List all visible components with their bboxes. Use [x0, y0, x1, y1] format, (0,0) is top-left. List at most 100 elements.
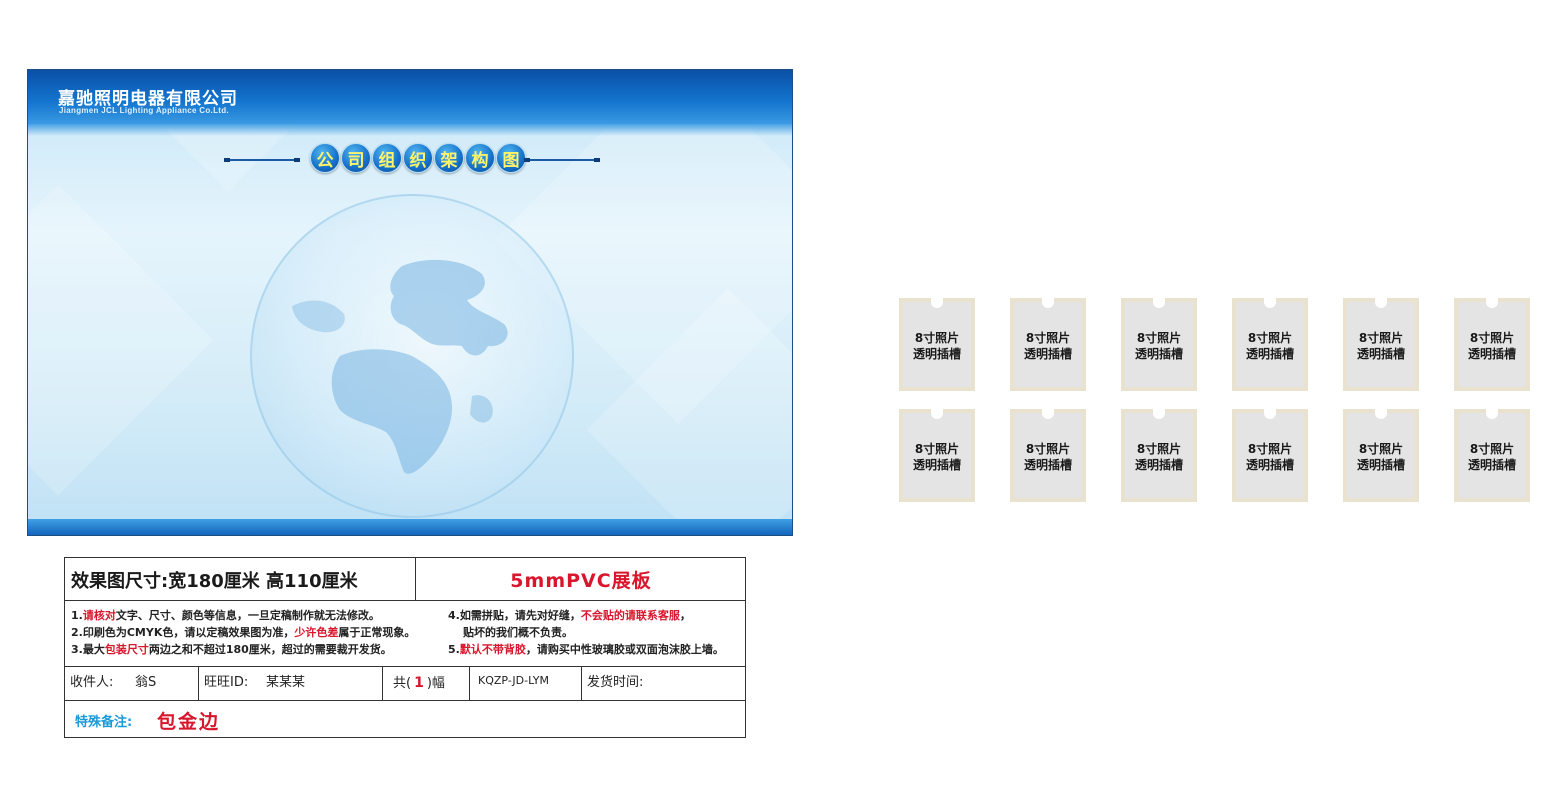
photo-slot: 8寸照片透明插槽 [1010, 409, 1086, 502]
slot-label-line2: 透明插槽 [912, 458, 961, 472]
photo-slot: 8寸照片透明插槽 [1232, 298, 1308, 391]
company-name-en: Jiangmen JCL Lighting Appliance Co.Ltd. [59, 106, 229, 115]
slot-label-line2: 透明插槽 [1245, 458, 1294, 472]
slot-label-line2: 透明插槽 [1134, 347, 1183, 361]
slot-label: 8寸照片透明插槽 [1236, 441, 1304, 473]
slot-notch-icon [1264, 298, 1276, 308]
slot-label-line2: 透明插槽 [1134, 458, 1183, 472]
ship-time-label: 发货时间: [587, 675, 644, 690]
slot-label-line1: 8寸照片 [1247, 331, 1293, 345]
photo-slot: 8寸照片 透明插槽 [1454, 298, 1530, 391]
slot-label-line1: 8寸照片 [914, 442, 960, 456]
order-code: KQZP-JD-LYM [478, 674, 549, 687]
slot-notch-icon [931, 409, 943, 419]
slot-pocket: 8寸照片 透明插槽 [1458, 298, 1526, 387]
remark-row: 特殊备注: 包金边 [65, 700, 745, 738]
slot-pocket: 8寸照片 透明插槽 [1347, 298, 1415, 387]
slot-label-line2: 透明插槽 [1245, 347, 1294, 361]
slot-label-line1: 8寸照片 [1358, 442, 1404, 456]
photo-slot: 8寸照片 透明插槽 [1121, 298, 1197, 391]
slot-notch-icon [1264, 409, 1276, 419]
count-value: 1 [414, 675, 424, 691]
size-row: 效果图尺寸:宽180厘米 高110厘米 5mmPVC展板 [65, 558, 745, 601]
photo-slot: 8寸照片 透明插槽 [1010, 298, 1086, 391]
slot-label: 8寸照片 透明插槽 [1125, 330, 1193, 362]
order-info-table: 效果图尺寸:宽180厘米 高110厘米 5mmPVC展板 1.请核对文字、尺寸、… [64, 557, 746, 738]
title-char: 图 [496, 143, 526, 173]
slot-pocket: 8寸照片透明插槽 [1236, 409, 1304, 498]
photo-slot: 8寸照片透明插槽 [1232, 409, 1308, 502]
divider [469, 666, 470, 700]
title-char: 架 [434, 143, 464, 173]
note-text: ，请购买中性玻璃胶或双面泡沫胶上墙。 [525, 643, 724, 656]
slot-label-line2: 透明插槽 [912, 347, 961, 361]
note-text: 4.如需拼贴，请先对好缝， [448, 609, 581, 622]
slot-label-line1: 8寸照片 [1469, 331, 1515, 345]
divider [581, 666, 582, 700]
note-text: 5. [448, 643, 460, 656]
slot-notch-icon [1042, 409, 1054, 419]
slot-notch-icon [1486, 298, 1498, 308]
wangwang-value: 某某某 [266, 675, 306, 690]
slot-label-line2: 透明插槽 [1023, 458, 1072, 472]
title-characters: 公 司 组 织 架 构 图 [310, 143, 526, 173]
title-char: 公 [310, 143, 340, 173]
slot-label-line1: 8寸照片 [914, 331, 960, 345]
order-row: 收件人: 翁S 旺旺ID: 某某某 共(1)幅 KQZP-JD-LYM 发货时间… [65, 666, 745, 701]
remark-value: 包金边 [157, 711, 221, 733]
slot-label-line2: 透明插槽 [1467, 458, 1516, 472]
note-4-line2: 贴坏的我们概不负责。 [463, 626, 573, 639]
title-line-left [224, 158, 300, 162]
receiver-value: 翁S [135, 675, 157, 690]
slot-label: 8寸照片 透明插槽 [1014, 330, 1082, 362]
count-prefix: 共( [393, 676, 412, 691]
photo-slot: 8寸照片透明插槽 [899, 409, 975, 502]
slot-pocket: 8寸照片 透明插槽 [1125, 298, 1193, 387]
slot-notch-icon [931, 298, 943, 308]
note-text: 属于正常现象。 [338, 626, 416, 639]
background-diamond [28, 184, 214, 496]
note-1: 1.请核对文字、尺寸、颜色等信息，一旦定稿制作就无法修改。 [71, 607, 380, 623]
photo-slot: 8寸照片透明插槽 [1121, 409, 1197, 502]
slot-pocket: 8寸照片透明插槽 [903, 298, 971, 387]
remark-label: 特殊备注: [75, 715, 133, 730]
slot-label-line1: 8寸照片 [1247, 442, 1293, 456]
note-highlight: 少许色差 [294, 626, 339, 639]
note-highlight: 不会贴的请联系客服 [580, 609, 680, 622]
slot-label: 8寸照片 透明插槽 [1347, 330, 1415, 362]
divider [382, 666, 383, 700]
note-text: 文字、尺寸、颜色等信息，一旦定稿制作就无法修改。 [115, 609, 380, 622]
notes-block: 1.请核对文字、尺寸、颜色等信息，一旦定稿制作就无法修改。 2.印刷色为CMYK… [65, 600, 745, 667]
photo-slot: 8寸照片 透明插槽 [1343, 298, 1419, 391]
slot-label-line1: 8寸照片 [1025, 442, 1071, 456]
slot-notch-icon [1042, 298, 1054, 308]
chart-title: 公 司 组 织 架 构 图 [224, 143, 604, 177]
organization-chart-board: 嘉驰照明电器有限公司 Jiangmen JCL Lighting Applian… [27, 69, 793, 536]
count-field: 共(1)幅 [393, 666, 445, 700]
slot-label-line1: 8寸照片 [1136, 442, 1182, 456]
slot-pocket: 8寸照片透明插槽 [1125, 409, 1193, 498]
note-text: 2.印刷色为CMYK色，请以定稿效果图为准， [71, 626, 295, 639]
slot-label-line1: 8寸照片 [1469, 442, 1515, 456]
slot-label: 8寸照片 透明插槽 [1458, 330, 1526, 362]
size-label: 效果图尺寸:宽180厘米 高110厘米 [71, 571, 358, 592]
slot-label: 8寸照片透明插槽 [903, 330, 971, 362]
slot-pocket: 8寸照片透明插槽 [1458, 409, 1526, 498]
title-line-right [524, 158, 600, 162]
slot-label: 8寸照片透明插槽 [1347, 441, 1415, 473]
slot-notch-icon [1153, 298, 1165, 308]
slot-label-line2: 透明插槽 [1356, 458, 1405, 472]
note-3: 3.最大包装尺寸两边之和不超过180厘米，超过的需要裁开发货。 [71, 641, 392, 657]
slot-label: 8寸照片透明插槽 [1458, 441, 1526, 473]
note-4: 4.如需拼贴，请先对好缝，不会贴的请联系客服， [448, 607, 691, 623]
slot-notch-icon [1375, 298, 1387, 308]
slot-label-line2: 透明插槽 [1356, 347, 1405, 361]
slot-pocket: 8寸照片透明插槽 [1236, 298, 1304, 387]
material-label: 5mmPVC展板 [510, 570, 652, 592]
note-text: 3.最大 [71, 643, 105, 656]
slot-notch-icon [1153, 409, 1165, 419]
slot-label-line2: 透明插槽 [1023, 347, 1072, 361]
title-char: 织 [403, 143, 433, 173]
note-highlight: 包装尺寸 [104, 643, 149, 656]
slot-pocket: 8寸照片 透明插槽 [1014, 298, 1082, 387]
